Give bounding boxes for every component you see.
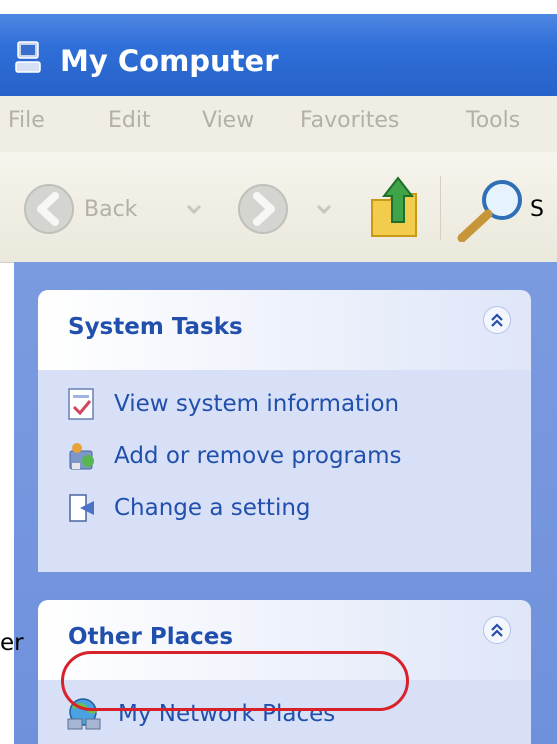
left-sliver-text: er [0,630,24,656]
back-label: Back [84,196,138,222]
menu-edit[interactable]: Edit [108,108,151,133]
system-tasks-panel: System Tasks View system information Add… [38,290,531,572]
collapse-chevron-icon[interactable] [483,306,511,334]
search-magnifier-icon [457,180,522,242]
forward-dropdown-icon[interactable] [312,202,336,216]
system-tasks-header[interactable]: System Tasks [38,290,531,370]
menu-file[interactable]: File [8,108,45,133]
other-places-title: Other Places [68,624,234,650]
task-label: View system information [114,391,400,417]
back-dropdown-icon[interactable] [182,202,206,216]
task-change-setting[interactable]: Change a setting [66,490,311,526]
menu-view[interactable]: View [202,108,254,133]
window-title: My Computer [60,44,279,78]
highlight-ring [61,651,409,711]
menu-bar: File Edit View Favorites Tools [0,96,557,153]
up-folder-icon[interactable] [368,172,426,242]
add-remove-programs-icon [69,443,94,470]
search-label: S [530,196,544,222]
system-tasks-title: System Tasks [68,314,243,340]
back-button[interactable]: Back [22,182,137,236]
system-tasks-body: View system information Add or remove pr… [38,370,531,572]
menu-favorites[interactable]: Favorites [300,108,399,133]
task-label: Change a setting [114,495,311,521]
menu-tools[interactable]: Tools [466,108,520,133]
task-view-system-information[interactable]: View system information [66,386,399,422]
control-panel-icon [69,494,94,522]
my-computer-icon [15,41,41,73]
collapse-chevron-icon[interactable] [483,616,511,644]
task-add-remove-programs[interactable]: Add or remove programs [66,438,402,474]
explorer-window: My Computer File Edit View Favorites Too… [0,0,557,744]
task-label: Add or remove programs [114,443,402,469]
forward-arrow-icon[interactable] [236,182,290,236]
search-button[interactable]: S [456,176,544,242]
toolbar-separator [440,176,441,240]
system-info-icon [68,388,94,420]
title-bar[interactable]: My Computer [0,14,557,96]
back-arrow-icon [24,184,74,234]
